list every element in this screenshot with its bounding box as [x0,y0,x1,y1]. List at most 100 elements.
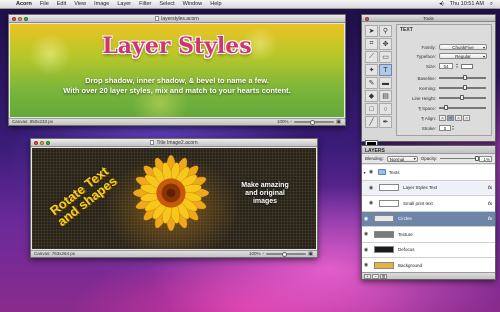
visibility-eye-icon[interactable]: ◉ [362,247,370,253]
close-palette-button[interactable] [365,16,369,21]
paint-bucket-tool-icon[interactable]: ◆ [365,90,378,102]
layer-style-fx-icon[interactable]: fx [488,216,492,221]
menu-help[interactable]: Help [206,1,225,7]
layer-row[interactable]: ◉ Layer Styles Text fx [362,180,495,196]
palette-titlebar[interactable]: Tools [362,15,495,22]
add-layer-button[interactable]: + [364,273,371,279]
line-height-label: Line Height: [411,95,436,101]
line-tool-icon[interactable]: ╱ [365,116,378,128]
magic-wand-tool-icon[interactable]: ✦ [365,64,378,76]
eraser-tool-icon[interactable]: ▬ [379,77,392,89]
window-titlebar[interactable]: layerstyles.acorn [9,15,345,23]
menu-image[interactable]: Image [90,1,113,7]
paragraph-space-slider[interactable] [439,105,486,111]
crop-tool-icon[interactable]: ⌗ [365,38,378,50]
minimize-window-button[interactable] [40,141,44,145]
spotlight-icon[interactable]: ⌕ [487,1,496,8]
align-justify-icon[interactable]: ≡ [463,115,470,121]
text-color-well[interactable] [461,63,473,69]
pan-tool-icon[interactable]: ✥ [379,38,392,50]
align-right-icon[interactable]: ≡ [455,115,462,121]
oval-shape-tool-icon[interactable]: ○ [379,103,392,115]
zoom-slider[interactable] [266,251,307,257]
layer-style-fx-icon[interactable]: fx [488,201,492,206]
line-height-slider-knob[interactable] [460,95,465,101]
blending-row: Blending: Normal Opacity: 1% [362,154,495,164]
zoom-slider-knob[interactable] [282,251,288,257]
font-size-field[interactable]: 64 [439,63,453,69]
title-image-window: Title Image2.acorn Rotate Text and shape… [30,138,318,258]
baseline-slider[interactable] [439,75,486,81]
align-left-icon[interactable]: ≡ [439,115,446,121]
layer-row[interactable]: ◉ Texture [362,227,495,243]
kerning-slider[interactable] [439,85,486,91]
opacity-label: Opacity: [420,156,438,161]
opacity-slider-knob[interactable] [475,155,480,161]
stroke-width-field[interactable]: 0 [439,125,451,131]
image-canvas[interactable]: Rotate Text and shapes Make amazing and … [32,148,316,249]
layer-row-selected[interactable]: ◉ Circles fx [362,211,495,227]
menu-clock[interactable]: Thu 10:51 AM [447,1,487,7]
zoom-slider[interactable] [294,119,335,125]
menu-view[interactable]: View [70,1,90,7]
visibility-eye-icon[interactable]: ◉ [362,262,370,268]
stroke-stepper[interactable]: ▴ ▾ [451,125,455,131]
menu-window[interactable]: Window [179,1,207,7]
layer-name: Layer Styles Text [403,185,438,191]
zoom-in-icon[interactable]: ▣ [336,119,341,125]
volume-icon[interactable]: ◂) [436,1,447,7]
visibility-eye-icon[interactable]: ◉ [367,169,375,175]
menu-acorn[interactable]: Acorn [12,1,36,7]
image-canvas[interactable]: Layer Styles Drop shadow, inner shadow, … [10,24,344,117]
menu-edit[interactable]: Edit [53,1,70,7]
layer-style-fx-icon[interactable]: fx [488,185,492,190]
bezier-tool-icon[interactable]: ✒ [379,116,392,128]
opacity-field[interactable]: 1% [479,155,492,162]
rect-select-tool-icon[interactable]: ▭ [379,51,392,63]
brush-tool-icon[interactable]: ✎ [365,77,378,89]
align-center-icon[interactable]: ≡ [447,115,454,121]
minimize-window-button[interactable] [18,17,22,21]
menu-layer[interactable]: Layer [113,1,135,7]
text-tool-icon[interactable]: T [379,64,392,76]
blending-mode-popup[interactable]: Normal [386,155,418,162]
baseline-label: Baseline: [417,75,436,81]
visibility-eye-icon[interactable]: ◉ [367,200,375,206]
rectangle-shape-tool-icon[interactable]: □ [365,103,378,115]
baseline-slider-knob[interactable] [462,75,467,81]
paragraph-space-row: ¶ Space: [397,104,491,112]
zoom-tool-icon[interactable]: ⚲ [379,25,392,37]
close-window-button[interactable] [34,141,38,145]
line-height-slider[interactable] [439,95,486,101]
zoom-window-button[interactable] [24,17,28,21]
zoom-out-icon[interactable]: ▫ [290,119,292,125]
visibility-eye-icon[interactable]: ◉ [362,216,370,222]
zoom-slider-knob[interactable] [310,119,316,125]
window-titlebar[interactable]: Title Image2.acorn [31,139,317,147]
move-tool-icon[interactable]: ➤ [365,25,378,37]
menu-filter[interactable]: Filter [135,1,155,7]
layer-row[interactable]: ◉ Small print text fx [362,196,495,212]
kerning-slider-knob[interactable] [462,85,467,91]
typeface-popup[interactable]: Regular [439,53,487,59]
font-size-stepper[interactable]: ▴ ▾ [455,63,459,69]
stroke-row: Stroke: 0 ▴ ▾ [397,124,491,132]
zoom-in-icon[interactable]: ▣ [308,251,313,257]
gradient-tool-icon[interactable]: ▤ [379,90,392,102]
zoom-out-icon[interactable]: ▫ [262,251,264,257]
close-window-button[interactable] [12,17,16,21]
zoom-window-button[interactable] [46,141,50,145]
menu-select[interactable]: Select [155,1,178,7]
opacity-slider[interactable] [440,155,480,161]
menu-file[interactable]: File [36,1,53,7]
font-family-popup[interactable]: ChunkFive [439,44,487,50]
remove-layer-button[interactable]: − [372,273,379,279]
paragraph-space-slider-knob[interactable] [443,105,448,111]
eyedropper-tool-icon[interactable]: ⟋ [365,51,378,63]
layer-actions-gear-icon[interactable]: ⚙ [380,273,387,279]
typeface-label: Typeface: [416,53,436,59]
visibility-eye-icon[interactable]: ◉ [362,231,370,237]
layer-row[interactable]: ◉ Defocus [362,243,495,258]
layer-group-row[interactable]: ▾ ◉ Texts [362,165,495,181]
visibility-eye-icon[interactable]: ◉ [367,185,375,191]
